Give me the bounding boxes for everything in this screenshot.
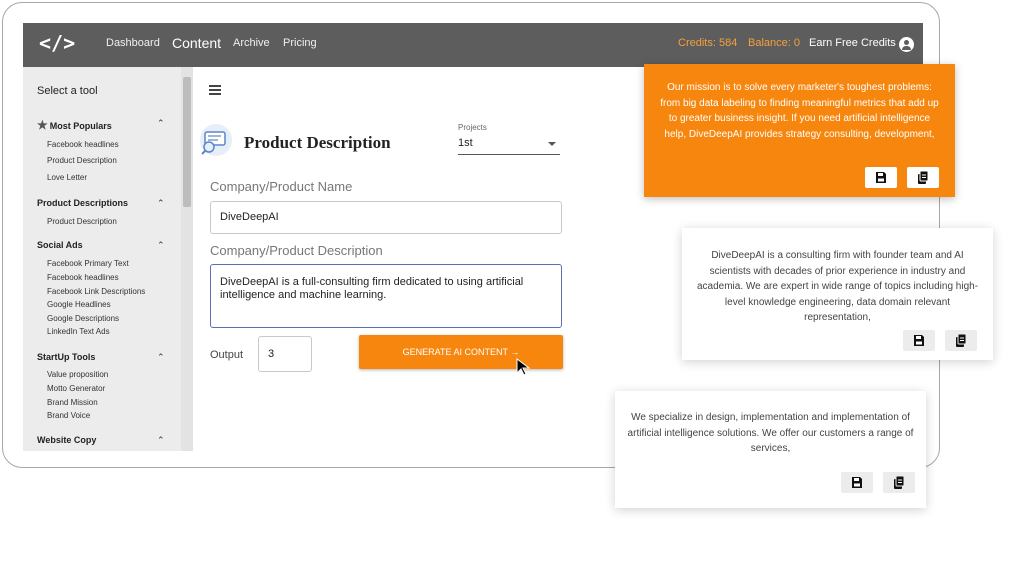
scrollbar-thumb[interactable] [183, 77, 191, 207]
sidebar-item[interactable]: Google Descriptions [47, 314, 119, 323]
company-description-textarea[interactable]: DiveDeepAI is a full-consulting firm ded… [210, 264, 562, 328]
sidebar-item[interactable]: Love Letter [47, 173, 87, 182]
sidebar-item[interactable]: Facebook Link Descriptions [47, 287, 145, 296]
sidebar-item[interactable]: Facebook headlines [47, 140, 119, 149]
save-button[interactable] [841, 472, 873, 493]
earn-free-credits-link[interactable]: Earn Free Credits [809, 37, 896, 49]
save-button[interactable] [865, 167, 897, 188]
sidebar-item[interactable]: Facebook headlines [47, 273, 119, 282]
nav-dashboard[interactable]: Dashboard [106, 37, 160, 49]
output-label: Output [210, 349, 244, 361]
projects-value: 1st [458, 137, 473, 149]
chevron-up-icon[interactable]: ⌃ [157, 352, 165, 363]
sidebar-item[interactable]: Brand Voice [47, 411, 90, 420]
copy-button[interactable] [907, 167, 939, 188]
save-icon [852, 477, 862, 488]
sidebar-item[interactable]: LinkedIn Text Ads [47, 327, 110, 336]
chevron-up-icon[interactable]: ⌃ [157, 118, 165, 129]
logo[interactable]: </> [39, 31, 75, 55]
result-text: We specialize in design, implementation … [627, 412, 914, 454]
sidebar-scrollbar[interactable] [181, 67, 193, 451]
copy-button[interactable] [945, 330, 977, 351]
sidebar-group-website-copy[interactable]: Website Copy [37, 435, 96, 445]
save-button[interactable] [903, 330, 935, 351]
company-description-label: Company/Product Description [210, 243, 383, 258]
copy-icon [894, 475, 905, 489]
product-description-icon [200, 124, 232, 156]
copy-button[interactable] [883, 472, 915, 493]
nav-pricing[interactable]: Pricing [283, 37, 317, 49]
copy-icon [956, 333, 967, 347]
result-card-1: Our mission is to solve every marketer's… [644, 64, 955, 197]
page-title: Product Description [244, 133, 391, 152]
sidebar-item[interactable]: Facebook Primary Text [47, 259, 129, 268]
chevron-down-icon [548, 142, 556, 146]
result-text: Our mission is to solve every marketer's… [660, 82, 939, 140]
credits-count: Credits: 584 [678, 37, 738, 49]
user-icon[interactable] [899, 37, 914, 52]
balance-count: Balance: 0 [748, 37, 800, 49]
projects-label: Projects [458, 123, 487, 132]
tool-sidebar: Select a tool ★ Most Populars ⌃ Facebook … [23, 67, 193, 451]
mouse-cursor-icon [516, 358, 531, 376]
result-card-2: DiveDeepAI is a consulting firm with fou… [682, 228, 993, 360]
company-name-input[interactable]: DiveDeepAI [210, 201, 562, 234]
result-card-3: We specialize in design, implementation … [615, 391, 926, 508]
sidebar-item[interactable]: Product Description [47, 217, 117, 226]
sidebar-item[interactable]: Brand Mission [47, 398, 98, 407]
hamburger-icon[interactable] [209, 85, 221, 95]
copy-icon [918, 170, 929, 184]
save-icon [914, 335, 924, 346]
projects-select[interactable]: 1st [458, 137, 560, 155]
sidebar-item[interactable]: Value proposition [47, 370, 108, 379]
star-icon: ★ [37, 118, 48, 132]
chevron-up-icon[interactable]: ⌃ [157, 240, 165, 251]
chevron-up-icon[interactable]: ⌃ [157, 198, 165, 209]
top-bar: </> Dashboard Content Archive Pricing Cr… [23, 23, 923, 67]
sidebar-group-startup-tools[interactable]: StartUp Tools [37, 352, 95, 362]
save-icon [876, 172, 886, 183]
nav-archive[interactable]: Archive [233, 37, 270, 49]
result-text: DiveDeepAI is a consulting firm with fou… [696, 250, 979, 323]
sidebar-group-social-ads[interactable]: Social Ads [37, 240, 83, 250]
sidebar-item[interactable]: Google Headlines [47, 300, 111, 309]
company-name-label: Company/Product Name [210, 179, 353, 194]
sidebar-group-most-populars[interactable]: ★ Most Populars [37, 118, 112, 132]
sidebar-title: Select a tool [37, 85, 98, 97]
sidebar-item[interactable]: Motto Generator [47, 384, 105, 393]
output-count-input[interactable]: 3 [258, 336, 312, 372]
sidebar-item[interactable]: Product Description [47, 156, 117, 165]
chevron-up-icon[interactable]: ⌃ [157, 435, 165, 446]
nav-content[interactable]: Content [172, 35, 221, 51]
sidebar-group-product-descriptions[interactable]: Product Descriptions [37, 198, 128, 208]
